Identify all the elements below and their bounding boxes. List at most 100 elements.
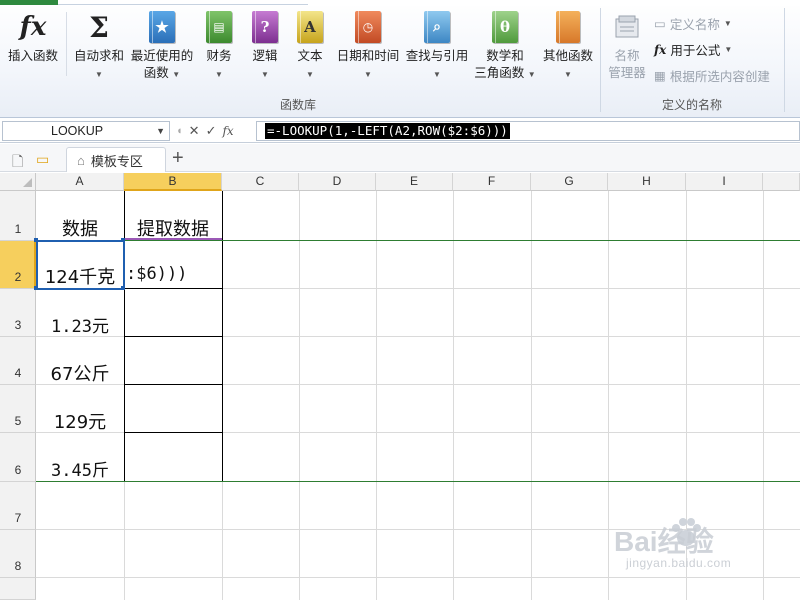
gridline <box>299 191 300 600</box>
lookup-reference-button[interactable]: ⌕ 查找与引用 ▼ <box>404 10 470 83</box>
chevron-down-icon[interactable]: ▼ <box>156 122 165 140</box>
column-header-h[interactable]: H <box>608 173 686 191</box>
name-box[interactable]: LOOKUP ▼ <box>2 121 170 141</box>
row-header-8[interactable]: 8 <box>0 530 36 578</box>
define-name-label: 定义名称 <box>669 18 720 32</box>
row-header-2[interactable]: 2 <box>0 241 36 289</box>
row-header-5[interactable]: 5 <box>0 385 36 433</box>
chevron-down-icon: ▼ <box>215 70 223 79</box>
column-header-d[interactable]: D <box>299 173 376 191</box>
column-header-a[interactable]: A <box>36 173 124 191</box>
datetime-book-icon: ◷ <box>353 10 383 44</box>
logical-button[interactable]: ? 逻辑 ▼ <box>244 10 286 83</box>
folder-icon[interactable]: ▭ <box>36 151 49 168</box>
gridline <box>531 191 532 600</box>
define-name-button[interactable]: ▭ 定义名称 ▼ <box>654 14 732 33</box>
row-header-4[interactable]: 4 <box>0 337 36 385</box>
create-from-selection-label: 根据所选内容创建 <box>669 70 770 84</box>
grid-icon: ▦ <box>654 69 666 83</box>
recently-used-label: 最近使用的 <box>130 49 194 63</box>
financial-button[interactable]: ▤ 财务 ▼ <box>198 10 240 83</box>
name-manager-icon <box>612 10 642 44</box>
cell-b2[interactable]: :$6))) <box>126 264 220 284</box>
column-header-j[interactable] <box>763 173 800 191</box>
insert-function-label: 插入函数 <box>7 49 58 63</box>
home-icon: ⌂ <box>77 152 85 168</box>
resize-handle-icon[interactable]: ◖ <box>176 125 183 137</box>
tab-template-zone[interactable]: ⌂ 模板专区 <box>66 147 166 172</box>
gridline <box>763 191 764 600</box>
financial-book-icon: ▤ <box>204 10 234 44</box>
chevron-down-icon: ▼ <box>95 70 103 79</box>
chevron-down-icon: ▼ <box>527 70 536 79</box>
cell-b1[interactable]: 提取数据 <box>124 215 222 241</box>
selection-handle[interactable] <box>34 286 38 290</box>
add-tab-button[interactable]: + <box>172 147 184 169</box>
selection-handle[interactable] <box>34 238 38 242</box>
row-header-7[interactable]: 7 <box>0 482 36 530</box>
function-library-group-label: 函数库 <box>280 98 317 112</box>
table-border <box>124 288 223 289</box>
recently-used-button[interactable]: ★ 最近使用的 函数 ▼ <box>128 10 196 83</box>
text-label: 文本 <box>297 49 323 63</box>
cell-a6[interactable]: 3.45斤 <box>36 456 124 481</box>
use-in-formula-button[interactable]: fx 用于公式 ▼ <box>654 40 732 59</box>
column-header-c[interactable]: C <box>222 173 299 191</box>
text-button[interactable]: A 文本 ▼ <box>290 10 330 83</box>
group-separator <box>600 8 601 112</box>
column-header-i[interactable]: I <box>686 173 763 191</box>
selection-handle[interactable] <box>121 238 125 242</box>
datetime-button[interactable]: ◷ 日期和时间 ▼ <box>333 10 403 83</box>
row-header-1[interactable]: 1 <box>0 191 36 241</box>
sigma-icon: Σ <box>89 10 109 44</box>
math-trig-button[interactable]: θ 数学和 三角函数 ▼ <box>472 10 538 83</box>
formula-input[interactable]: =-LOOKUP(1,-LEFT(A2,ROW($2:$6))) <box>256 121 800 141</box>
new-document-icon[interactable]: 🗋 <box>12 151 23 175</box>
cell-a4[interactable]: 67公斤 <box>36 360 124 386</box>
chevron-down-icon: ▼ <box>172 70 181 79</box>
create-from-selection-button[interactable]: ▦ 根据所选内容创建 <box>654 66 770 85</box>
tag-icon: ▭ <box>654 17 666 31</box>
column-header-g[interactable]: G <box>531 173 608 191</box>
chevron-down-icon: ▼ <box>433 70 441 79</box>
insert-function-icon[interactable]: fx <box>222 124 233 138</box>
name-manager-label-2: 管理器 <box>608 66 646 80</box>
math-trig-label-2: 三角函数 <box>474 66 525 80</box>
cell-a5[interactable]: 129元 <box>36 408 124 434</box>
select-all-corner[interactable] <box>0 173 36 191</box>
chevron-down-icon: ▼ <box>724 45 733 54</box>
chevron-down-icon: ▼ <box>261 70 269 79</box>
autosum-button[interactable]: Σ 自动求和 ▼ <box>70 10 128 83</box>
column-header-b[interactable]: B <box>124 173 222 191</box>
lookup-reference-label: 查找与引用 <box>405 49 469 63</box>
ribbon: fx 插入函数 Σ 自动求和 ▼ ★ 最近使用的 函数 ▼ ▤ 财务 ▼ ? 逻… <box>0 0 800 118</box>
row-header-6[interactable]: 6 <box>0 433 36 482</box>
autosum-label: 自动求和 <box>73 49 124 63</box>
fill-handle[interactable] <box>121 286 125 290</box>
insert-function-button[interactable]: fx 插入函数 <box>4 10 62 65</box>
file-tab-edge[interactable] <box>0 0 58 5</box>
column-header-e[interactable]: E <box>376 173 453 191</box>
cancel-icon[interactable]: ✕ <box>189 123 200 139</box>
more-functions-button[interactable]: 其他函数 ▼ <box>538 10 598 83</box>
chevron-down-icon: ▼ <box>723 19 732 28</box>
green-row-line <box>36 481 800 482</box>
gridline <box>608 191 609 600</box>
fx-icon: fx <box>19 11 47 42</box>
formula-buttons: ◖ ✕ ✓ fx <box>172 121 252 141</box>
defined-names-group-label: 定义的名称 <box>662 98 723 112</box>
name-manager-label: 名称 <box>614 49 640 63</box>
books-stack-icon <box>553 10 583 44</box>
name-manager-button[interactable]: 名称 管理器 <box>604 10 650 82</box>
cell-a3[interactable]: 1.23元 <box>36 312 124 337</box>
cell-a1[interactable]: 数据 <box>36 215 124 241</box>
financial-label: 财务 <box>206 49 232 63</box>
fx-small-icon: fx <box>654 42 667 57</box>
column-header-f[interactable]: F <box>453 173 531 191</box>
magnifier-book-icon: ⌕ <box>422 10 452 44</box>
more-functions-label: 其他函数 <box>542 49 593 63</box>
row-header-3[interactable]: 3 <box>0 289 36 337</box>
enter-check-icon[interactable]: ✓ <box>206 123 217 139</box>
row-header-9[interactable] <box>0 578 36 600</box>
name-box-value: LOOKUP <box>51 124 104 138</box>
